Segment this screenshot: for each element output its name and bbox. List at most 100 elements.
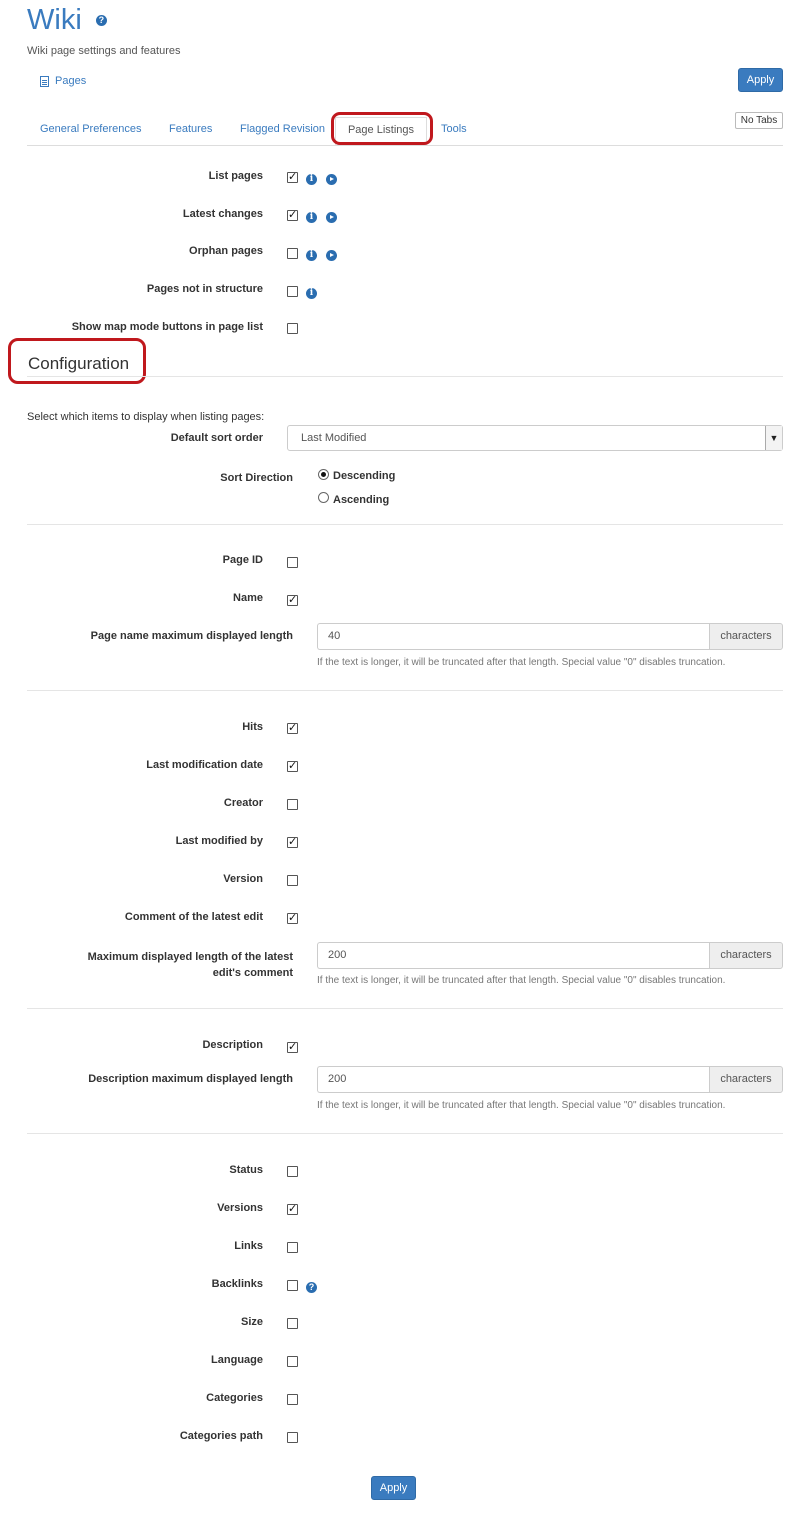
list-pages-checkbox[interactable] (287, 170, 298, 183)
status-label: Status (229, 1164, 263, 1176)
sort-order-select[interactable]: Last Modified ▼ (287, 425, 783, 451)
configuration-highlight-annotation (8, 338, 146, 384)
categories-checkbox[interactable] (287, 1394, 298, 1405)
page-subtitle: Wiki page settings and features (27, 45, 181, 57)
map-mode-buttons-label: Show map mode buttons in page list (71, 321, 263, 333)
no-tabs-button[interactable]: No Tabs (735, 112, 783, 129)
comment-length-input[interactable]: 200 (317, 942, 709, 969)
versions-checkbox[interactable] (287, 1202, 298, 1215)
sort-ascending-radio[interactable] (318, 492, 329, 503)
play-icon[interactable] (326, 212, 337, 223)
pages-not-in-structure-label: Pages not in structure (146, 283, 263, 295)
divider (27, 524, 783, 525)
page-title: Wiki ? (27, 2, 107, 38)
info-icon[interactable]: i (306, 212, 317, 223)
hits-label: Hits (242, 721, 263, 733)
pages-not-in-structure-checkbox[interactable] (287, 286, 298, 297)
comment-length-label-line2: edit's comment (212, 967, 293, 979)
characters-addon: characters (709, 623, 783, 650)
links-checkbox[interactable] (287, 1242, 298, 1253)
last-mod-date-label: Last modification date (146, 759, 263, 771)
categories-path-label: Categories path (179, 1430, 263, 1442)
latest-changes-checkbox[interactable] (287, 208, 298, 221)
page-name-length-input-group: 40 characters (317, 623, 783, 650)
pages-link[interactable]: Pages (40, 75, 86, 87)
creator-checkbox[interactable] (287, 799, 298, 810)
sort-ascending-label: Ascending (333, 494, 390, 506)
document-icon (40, 75, 49, 87)
truncation-help-text: If the text is longer, it will be trunca… (317, 657, 726, 668)
description-checkbox[interactable] (287, 1040, 298, 1053)
status-checkbox[interactable] (287, 1166, 298, 1177)
versions-label: Versions (217, 1202, 263, 1214)
pages-link-label: Pages (55, 75, 87, 87)
last-modified-by-label: Last modified by (175, 835, 263, 847)
description-length-input[interactable]: 200 (317, 1066, 709, 1093)
configuration-intro: Select which items to display when listi… (27, 411, 265, 423)
apply-button-top[interactable]: Apply (738, 68, 783, 92)
info-icon[interactable]: i (306, 174, 317, 185)
language-label: Language (211, 1354, 263, 1366)
latest-changes-label: Latest changes (182, 208, 263, 220)
size-checkbox[interactable] (287, 1318, 298, 1329)
divider (27, 690, 783, 691)
characters-addon: characters (709, 1066, 783, 1093)
page-name-length-label: Page name maximum displayed length (90, 630, 293, 642)
comment-length-label-line1: Maximum displayed length of the latest (87, 951, 293, 963)
tab-flagged-revision[interactable]: Flagged Revision (240, 123, 325, 135)
name-checkbox[interactable] (287, 593, 298, 606)
version-label: Version (223, 873, 263, 885)
list-pages-label: List pages (208, 170, 263, 182)
size-label: Size (240, 1316, 263, 1328)
page-title-text: Wiki (27, 4, 82, 36)
last-modified-by-checkbox[interactable] (287, 835, 298, 848)
divider (27, 1008, 783, 1009)
page-id-checkbox[interactable] (287, 557, 298, 568)
question-circle-icon[interactable]: ? (306, 1282, 317, 1293)
divider (27, 1133, 783, 1134)
chevron-down-icon[interactable]: ▼ (765, 426, 782, 450)
play-icon[interactable] (326, 250, 337, 261)
sort-order-label: Default sort order (170, 432, 263, 444)
orphan-pages-checkbox[interactable] (287, 248, 298, 259)
tabs-divider (27, 145, 783, 146)
tab-general-preferences[interactable]: General Preferences (40, 123, 142, 135)
info-icon[interactable]: i (306, 250, 317, 261)
last-mod-date-checkbox[interactable] (287, 759, 298, 772)
truncation-help-text: If the text is longer, it will be trunca… (317, 1100, 726, 1111)
tab-features[interactable]: Features (169, 123, 212, 135)
description-length-input-group: 200 characters (317, 1066, 783, 1093)
play-icon[interactable] (326, 174, 337, 185)
question-circle-icon[interactable]: ? (95, 15, 107, 26)
version-checkbox[interactable] (287, 875, 298, 886)
tab-highlight-annotation (331, 112, 433, 145)
categories-path-checkbox[interactable] (287, 1432, 298, 1443)
comment-length-label: Maximum displayed length of the latest e… (88, 949, 293, 981)
characters-addon: characters (709, 942, 783, 969)
creator-label: Creator (223, 797, 263, 809)
hits-checkbox[interactable] (287, 721, 298, 734)
sort-order-value: Last Modified (301, 432, 367, 444)
comment-length-input-group: 200 characters (317, 942, 783, 969)
links-label: Links (234, 1240, 263, 1252)
tab-tools[interactable]: Tools (441, 123, 467, 135)
divider (27, 376, 783, 377)
backlinks-checkbox[interactable] (287, 1280, 298, 1291)
name-label: Name (233, 592, 263, 604)
orphan-pages-label: Orphan pages (189, 245, 263, 257)
sort-descending-label: Descending (333, 470, 396, 482)
sort-direction-label: Sort Direction (220, 472, 293, 484)
comment-latest-edit-checkbox[interactable] (287, 911, 298, 924)
comment-latest-edit-label: Comment of the latest edit (124, 911, 263, 923)
page-id-label: Page ID (222, 554, 263, 566)
description-length-label: Description maximum displayed length (88, 1073, 293, 1085)
info-icon[interactable]: i (306, 288, 317, 299)
page-name-length-input[interactable]: 40 (317, 623, 709, 650)
categories-label: Categories (206, 1392, 263, 1404)
language-checkbox[interactable] (287, 1356, 298, 1367)
description-label: Description (202, 1039, 263, 1051)
sort-descending-radio[interactable] (318, 469, 329, 480)
apply-button-bottom[interactable]: Apply (371, 1476, 416, 1500)
map-mode-buttons-checkbox[interactable] (287, 323, 298, 334)
backlinks-label: Backlinks (211, 1278, 263, 1290)
